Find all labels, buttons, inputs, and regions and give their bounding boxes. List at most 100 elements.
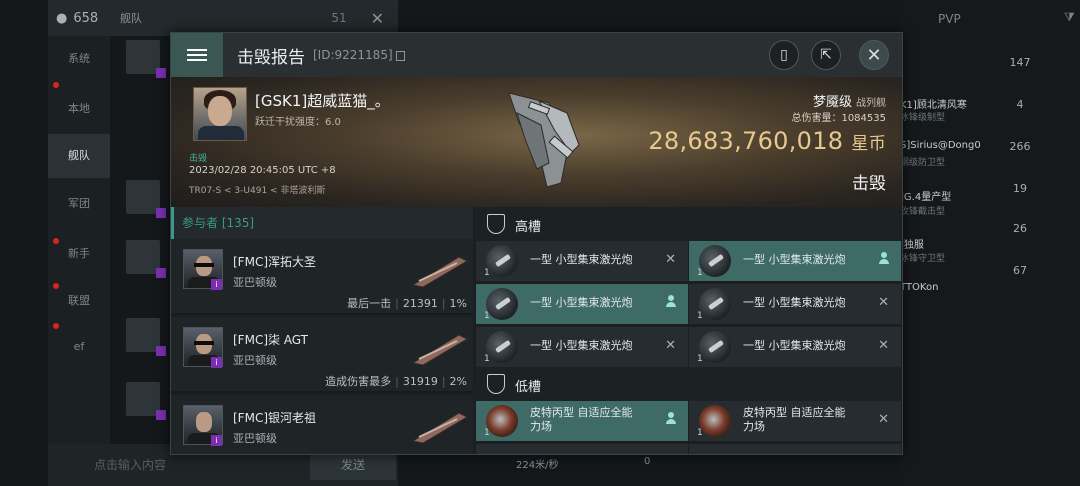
overview-sub: 钢级防卫型	[900, 158, 946, 168]
unread-dot	[53, 238, 59, 244]
unread-dot	[53, 323, 59, 329]
participant-ship: 亚巴顿级	[233, 276, 277, 289]
kill-tag: 击毁	[189, 154, 208, 164]
laser-module-icon	[486, 288, 518, 320]
kill-date: 2023/02/28 20:45:05 UTC +8	[189, 165, 336, 176]
overview-stat: 147	[1009, 56, 1031, 69]
shield-icon	[487, 214, 505, 234]
overview-stat: 26	[1013, 222, 1027, 235]
clipboard-icon[interactable]: ▯	[769, 40, 799, 70]
participant-row[interactable]: i [FMC]银河老祖 亚巴顿级	[171, 395, 473, 454]
unread-dot	[53, 82, 59, 88]
channel-system[interactable]: 系统	[48, 50, 110, 66]
channel-newbie[interactable]: 新手	[48, 245, 110, 261]
menu-icon[interactable]	[171, 33, 223, 77]
ship-thumbnail	[411, 256, 469, 288]
overview-name: K1]顾北清风寒	[900, 100, 967, 111]
victim-portrait[interactable]	[193, 87, 247, 141]
low-slot-header: 低槽	[475, 367, 902, 401]
overview-stat: 266	[1009, 140, 1031, 153]
destroyed-icon: ✕	[878, 412, 889, 427]
high-slot-item[interactable]: 1 一型 小型集束激光炮 ✕	[689, 327, 901, 367]
member-count[interactable]: ● 658	[48, 11, 114, 26]
low-slot-item[interactable]: 1 皮特丙型 自适应全能 力场 ✕	[689, 401, 901, 441]
high-slot-item[interactable]: 1 一型 小型集束激光炮	[476, 284, 688, 324]
overview-name: ]独服	[900, 240, 924, 251]
isk-value: 28,683,760,018 星币	[648, 127, 886, 155]
low-slot-item[interactable]: 1 皮特丙型 自适应全能 力场	[476, 401, 688, 441]
laser-module-icon	[486, 245, 518, 277]
copy-icon[interactable]	[395, 50, 405, 61]
participant-ship: 亚巴顿级	[233, 354, 277, 367]
overview-panel: PVP ⧩	[900, 0, 1080, 486]
unread-dot	[53, 283, 59, 289]
kill-report-window: 击毁报告 [ID:9221185] ▯ ⇱ ✕ [GSK1]超威蓝猫_。 跃迁干…	[170, 32, 903, 455]
share-icon[interactable]: ⇱	[811, 40, 841, 70]
victim-ship-name: 梦魇级 战列舰	[812, 95, 886, 110]
dropped-person-icon	[879, 252, 889, 268]
high-slot-item[interactable]: 1 一型 小型集束激光炮 ✕	[476, 241, 688, 281]
participant-ship: 亚巴顿级	[233, 432, 277, 445]
overview-name: ]G.4量产型	[900, 192, 952, 203]
participant-name: [FMC]银河老祖	[233, 411, 316, 425]
channel-fleet[interactable]: 舰队	[48, 134, 110, 178]
corp-badge-icon: i	[211, 357, 222, 368]
report-id[interactable]: [ID:9221185]	[313, 48, 405, 62]
overview-sub: 冰锋级制型	[900, 113, 946, 123]
channel-alliance[interactable]: 联盟	[48, 292, 110, 308]
chat-avatar[interactable]	[126, 382, 166, 420]
chat-avatar[interactable]	[126, 318, 166, 356]
laser-module-icon	[699, 331, 731, 363]
chat-input[interactable]: 点击输入内容	[88, 452, 266, 478]
chat-title: 舰队	[120, 12, 142, 25]
victim-ship-image	[508, 92, 580, 188]
overview-header: PVP ⧩	[822, 6, 1080, 32]
corp-badge-icon: i	[211, 279, 222, 290]
overview-stat: 67	[1013, 264, 1027, 277]
chat-avatar[interactable]	[126, 240, 166, 278]
chat-avatar[interactable]	[126, 40, 166, 78]
participants-header: 参与者 [135]	[171, 207, 473, 239]
close-icon[interactable]: ✕	[859, 40, 889, 70]
armor-module-icon	[486, 405, 518, 437]
victim-name[interactable]: [GSK1]超威蓝猫_。	[255, 90, 390, 111]
kill-location: TR07-S < 3-U491 < 非塔波利斯	[189, 186, 326, 196]
overview-name: TTOKon	[900, 282, 939, 293]
report-title: 击毁报告	[237, 47, 305, 68]
kill-result: 击毁	[852, 174, 886, 194]
total-damage: 总伤害量：1084535	[791, 113, 886, 124]
overview-sub: 冰锋守卫型	[900, 254, 946, 264]
chat-close-icon[interactable]: ✕	[371, 9, 384, 28]
participant-name: [FMC]柒 AGT	[233, 333, 309, 347]
channel-corp[interactable]: 军团	[48, 195, 110, 211]
participant-row[interactable]: i [FMC]浑拓大圣 亚巴顿级 最后一击 | 21391 | 1%	[171, 239, 473, 315]
destroyed-icon: ✕	[665, 338, 676, 353]
participant-stat: 最后一击 | 21391 | 1%	[347, 297, 467, 310]
ship-thumbnail	[411, 334, 469, 366]
warp-scramble-strength: 跃迁干扰强度：6.0	[255, 117, 341, 128]
participant-row[interactable]: i [FMC]柒 AGT 亚巴顿级 造成伤害最多 | 31919 | 2%	[171, 317, 473, 393]
channel-local[interactable]: 本地	[48, 100, 110, 116]
low-slot-item-partial[interactable]	[476, 444, 688, 454]
destroyed-icon: ✕	[878, 338, 889, 353]
participant-name: [FMC]浑拓大圣	[233, 255, 316, 269]
corp-badge-icon: i	[211, 435, 222, 446]
ship-thumbnail	[411, 412, 469, 444]
filter-icon[interactable]: ⧩	[1064, 10, 1075, 25]
chat-avatar[interactable]	[126, 180, 166, 218]
high-slot-item[interactable]: 1 一型 小型集束激光炮 ✕	[689, 284, 901, 324]
shield-icon	[487, 374, 505, 394]
destroyed-icon: ✕	[665, 252, 676, 267]
people-icon: ●	[56, 10, 68, 26]
chat-count: 51	[331, 11, 347, 25]
dropped-person-icon	[666, 412, 676, 428]
low-slot-item-partial[interactable]	[689, 444, 901, 454]
high-slot-item[interactable]: 1 一型 小型集束激光炮 ✕	[476, 327, 688, 367]
high-slot-item[interactable]: 1 一型 小型集束激光炮	[689, 241, 901, 281]
pvp-label[interactable]: PVP	[938, 12, 961, 26]
high-slot-header: 高槽	[475, 207, 902, 241]
laser-module-icon	[699, 288, 731, 320]
report-header: 击毁报告 [ID:9221185] ▯ ⇱ ✕	[171, 33, 902, 77]
overview-sub: 攻锋截击型	[900, 207, 946, 217]
channel-ef[interactable]: ef	[48, 340, 110, 353]
